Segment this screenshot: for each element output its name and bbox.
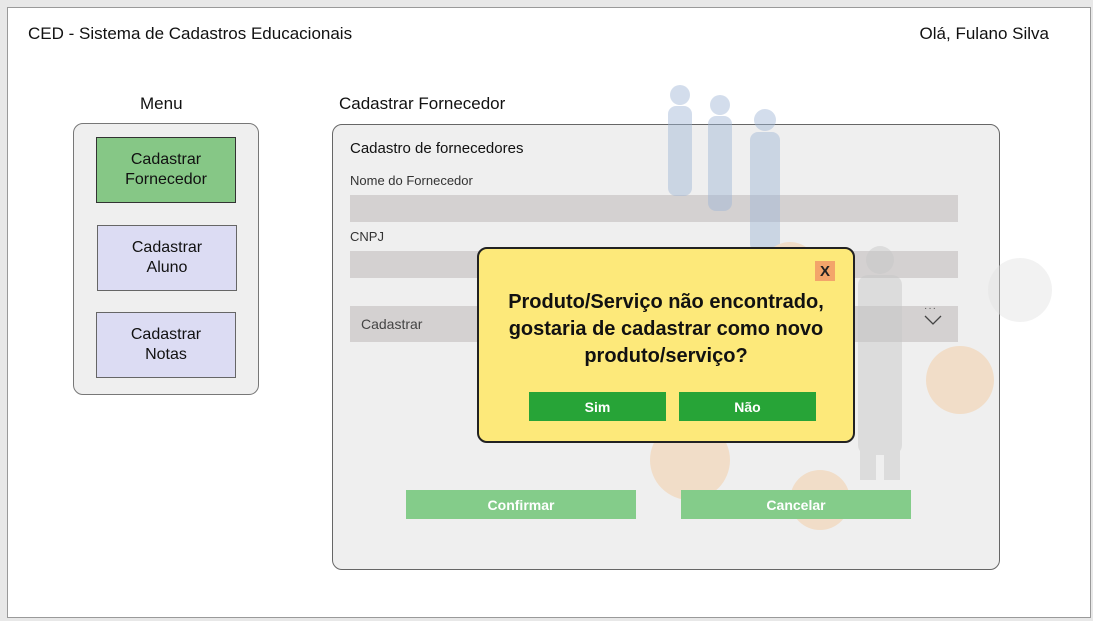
chevron-down-icon — [924, 315, 942, 325]
supplier-name-label: Nome do Fornecedor — [350, 173, 473, 188]
supplier-name-input[interactable] — [350, 195, 958, 222]
menu-item-label: Cadastrar — [130, 151, 202, 168]
menu-title: Menu — [140, 94, 183, 113]
menu-item-label: Notas — [145, 346, 187, 363]
menu-item-label: Cadastrar — [131, 239, 203, 256]
no-button[interactable]: Não — [679, 392, 816, 421]
menu-item-label: Aluno — [146, 259, 188, 276]
menu-item-cadastrar-fornecedor[interactable]: Cadastrar Fornecedor — [96, 137, 236, 203]
dialog-message-line: produto/serviço? — [584, 345, 748, 367]
menu-panel: Cadastrar Fornecedor Cadastrar Aluno Cadas… — [73, 123, 259, 395]
close-icon[interactable]: X — [815, 261, 835, 281]
menu-item-label: Cadastrar — [130, 326, 202, 343]
menu-item-label: Fornecedor — [125, 171, 207, 188]
select-value: Cadastrar — [361, 316, 423, 332]
form-heading: Cadastro de fornecedores — [350, 140, 524, 157]
user-greeting: Olá, Fulano Silva — [919, 24, 1049, 43]
cnpj-label: CNPJ — [350, 229, 384, 244]
dialog-message-line: gostaria de cadastrar como novo — [508, 318, 824, 340]
menu-item-cadastrar-notas[interactable]: Cadastrar Notas — [96, 312, 236, 378]
page-title: Cadastrar Fornecedor — [339, 94, 506, 113]
dialog-message: Produto/Serviço não encontrado, gostaria… — [489, 289, 843, 370]
yes-button[interactable]: Sim — [529, 392, 666, 421]
cancel-button[interactable]: Cancelar — [681, 490, 911, 519]
app-title: CED - Sistema de Cadastros Educacionais — [28, 24, 353, 43]
dialog-message-line: Produto/Serviço não encontrado, — [508, 291, 824, 313]
confirm-button[interactable]: Confirmar — [406, 490, 636, 519]
menu-item-cadastrar-aluno[interactable]: Cadastrar Aluno — [97, 225, 237, 291]
confirmation-dialog: X Produto/Serviço não encontrado, gostar… — [477, 247, 855, 443]
